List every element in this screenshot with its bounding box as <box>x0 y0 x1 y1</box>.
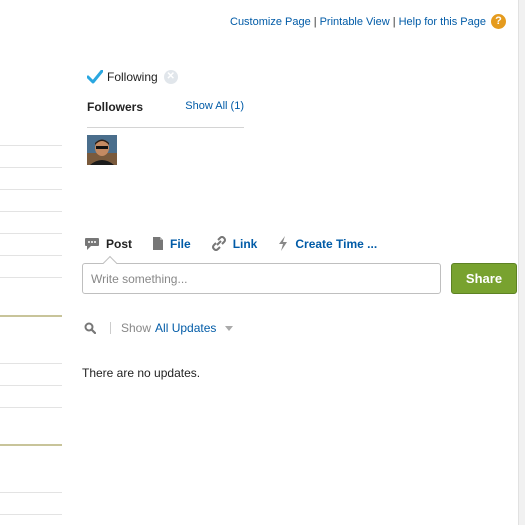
lightning-icon <box>279 236 288 251</box>
scrollbar-track[interactable] <box>518 0 525 525</box>
post-action-label: Post <box>106 236 133 251</box>
printable-view-link[interactable]: Printable View <box>320 16 390 28</box>
followers-header: Followers Show All (1) <box>87 99 244 128</box>
followers-title: Followers <box>87 100 144 114</box>
file-action[interactable]: File <box>152 236 191 251</box>
link-separator: | <box>392 15 396 28</box>
search-icon[interactable] <box>84 322 96 334</box>
file-action-label: File <box>170 236 191 251</box>
divider <box>0 277 62 278</box>
divider <box>0 407 62 408</box>
page-links-bar: Customize Page | Printable View | Help f… <box>230 14 506 29</box>
post-input[interactable] <box>83 264 440 293</box>
create-time-action[interactable]: Create Time ... <box>277 236 377 251</box>
file-icon <box>153 237 164 250</box>
unfollow-icon[interactable]: ✕ <box>163 70 178 84</box>
divider <box>0 492 62 493</box>
post-composer[interactable] <box>82 255 441 294</box>
divider <box>0 385 62 386</box>
divider <box>0 211 62 212</box>
post-action[interactable]: Post <box>84 237 132 251</box>
section-divider <box>0 315 62 317</box>
help-link[interactable]: Help for this Page <box>399 16 486 28</box>
customize-page-link[interactable]: Customize Page <box>230 16 311 28</box>
feed-filter: Show All Updates <box>84 321 234 335</box>
speech-bubble-icon <box>85 237 99 250</box>
link-action[interactable]: Link <box>211 236 258 251</box>
link-icon <box>211 236 226 251</box>
link-separator: | <box>313 15 317 28</box>
following-status: Following ✕ <box>87 70 178 84</box>
feed-empty-message: There are no updates. <box>82 366 201 380</box>
divider <box>0 363 62 364</box>
divider <box>0 167 62 168</box>
left-panel-rules <box>0 0 62 525</box>
avatar-image <box>87 135 117 165</box>
share-button[interactable]: Share <box>451 263 517 294</box>
help-icon[interactable]: ? <box>491 14 506 29</box>
divider <box>0 255 62 256</box>
link-action-label: Link <box>232 236 258 251</box>
chevron-down-icon[interactable] <box>225 325 234 331</box>
feed-filter-select[interactable]: All Updates <box>155 321 216 335</box>
filter-divider <box>110 322 111 334</box>
divider <box>0 514 62 515</box>
follower-avatar[interactable] <box>87 135 117 165</box>
divider <box>0 145 62 146</box>
following-label: Following <box>107 70 158 84</box>
section-divider <box>0 444 62 446</box>
publisher-actions: Post File Link Create Time ... <box>84 236 397 251</box>
divider <box>0 189 62 190</box>
create-time-action-label: Create Time ... <box>295 236 378 251</box>
show-label: Show <box>121 321 152 335</box>
show-all-followers-link[interactable]: Show All (1) <box>185 100 244 112</box>
check-icon <box>87 70 103 84</box>
divider <box>0 233 62 234</box>
